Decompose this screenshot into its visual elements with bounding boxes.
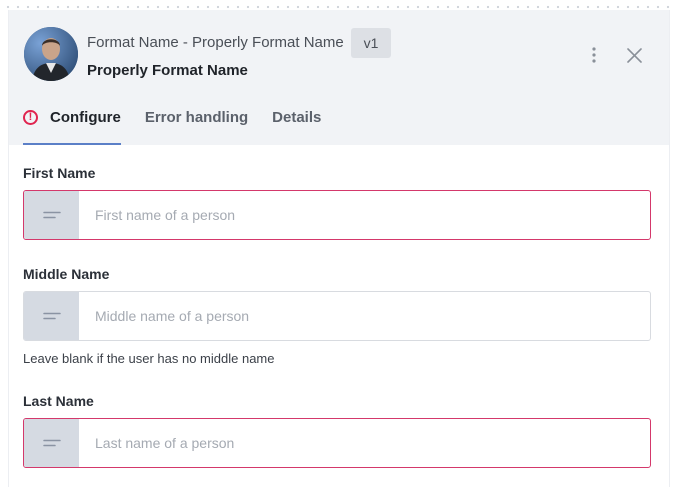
text-lines-icon <box>24 292 79 340</box>
text-lines-icon <box>24 191 79 239</box>
middle-name-input[interactable] <box>79 292 650 340</box>
last-name-input[interactable] <box>79 419 650 467</box>
background-dot-pattern <box>0 0 676 10</box>
step-config-panel: Format Name - Properly Format Name v1 Pr… <box>8 10 670 487</box>
first-name-input[interactable] <box>79 191 650 239</box>
middle-name-label: Middle Name <box>23 266 110 282</box>
tab-label: Configure <box>50 109 121 126</box>
step-subtitle: Properly Format Name <box>87 62 248 79</box>
tab-error-handling[interactable]: Error handling <box>145 106 248 145</box>
panel-header: Format Name - Properly Format Name v1 Pr… <box>9 10 669 145</box>
tab-label: Error handling <box>144 109 249 126</box>
step-title: Format Name - Properly Format Name <box>87 34 344 51</box>
more-vertical-icon <box>592 47 596 63</box>
first-name-field <box>23 190 651 240</box>
middle-name-field <box>23 291 651 341</box>
last-name-field <box>23 418 651 468</box>
tab-bar: ! Configure Error handling Details <box>23 106 345 145</box>
close-button[interactable] <box>622 43 646 67</box>
last-name-label: Last Name <box>23 393 94 409</box>
version-badge: v1 <box>351 28 391 58</box>
middle-name-help-text: Leave blank if the user has no middle na… <box>23 351 275 366</box>
tab-configure[interactable]: ! Configure <box>23 106 121 145</box>
close-icon <box>626 47 642 63</box>
tab-details[interactable]: Details <box>272 106 321 145</box>
avatar <box>24 27 78 81</box>
text-lines-icon <box>24 419 79 467</box>
more-options-button[interactable] <box>584 43 604 67</box>
error-circle-icon: ! <box>23 110 38 125</box>
first-name-label: First Name <box>23 165 96 181</box>
tab-label: Details <box>272 109 322 126</box>
